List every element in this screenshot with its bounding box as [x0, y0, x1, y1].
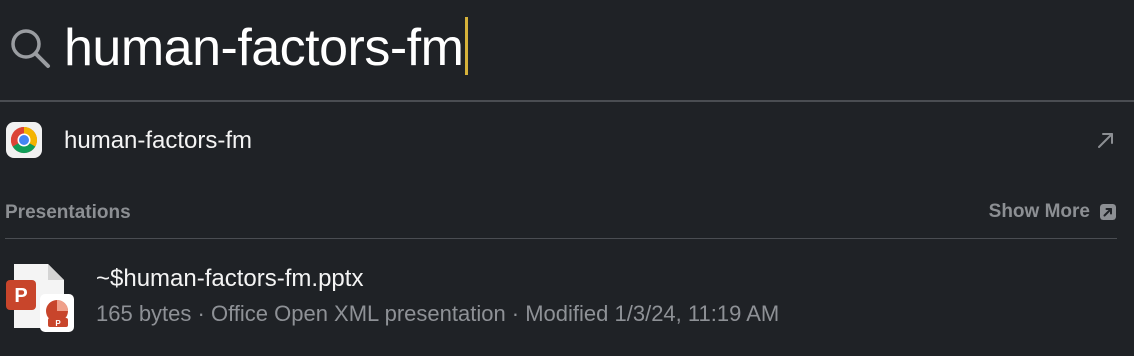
open-arrow-icon[interactable]: [1096, 130, 1116, 150]
file-metadata: 165 bytes · Office Open XML presentation…: [96, 301, 780, 326]
file-name: ~$human-factors-fm.pptx: [96, 265, 364, 292]
search-query-text: human-factors-fm: [64, 19, 464, 77]
svg-text:P: P: [55, 319, 61, 328]
powerpoint-file-icon: P P: [6, 264, 74, 332]
search-bar[interactable]: human-factors-fm: [0, 0, 1134, 100]
divider: [0, 100, 1134, 102]
top-hit-result[interactable]: human-factors-fm: [0, 110, 1134, 172]
show-more-button[interactable]: Show More: [989, 201, 1116, 223]
search-icon: [11, 29, 50, 68]
divider: [5, 238, 1117, 239]
show-more-label: Show More: [988, 201, 1090, 222]
section-title: Presentations: [5, 202, 131, 223]
section-header: Presentations Show More: [0, 196, 1134, 232]
list-item[interactable]: P P ~$human-factors-fm.pptx 165 bytes · …: [0, 250, 1134, 350]
chrome-icon: [6, 122, 42, 158]
text-caret: [465, 17, 469, 75]
open-external-icon: [1100, 204, 1116, 220]
svg-text:P: P: [14, 285, 27, 307]
top-hit-label: human-factors-fm: [64, 127, 253, 154]
search-input[interactable]: human-factors-fm: [64, 16, 469, 80]
